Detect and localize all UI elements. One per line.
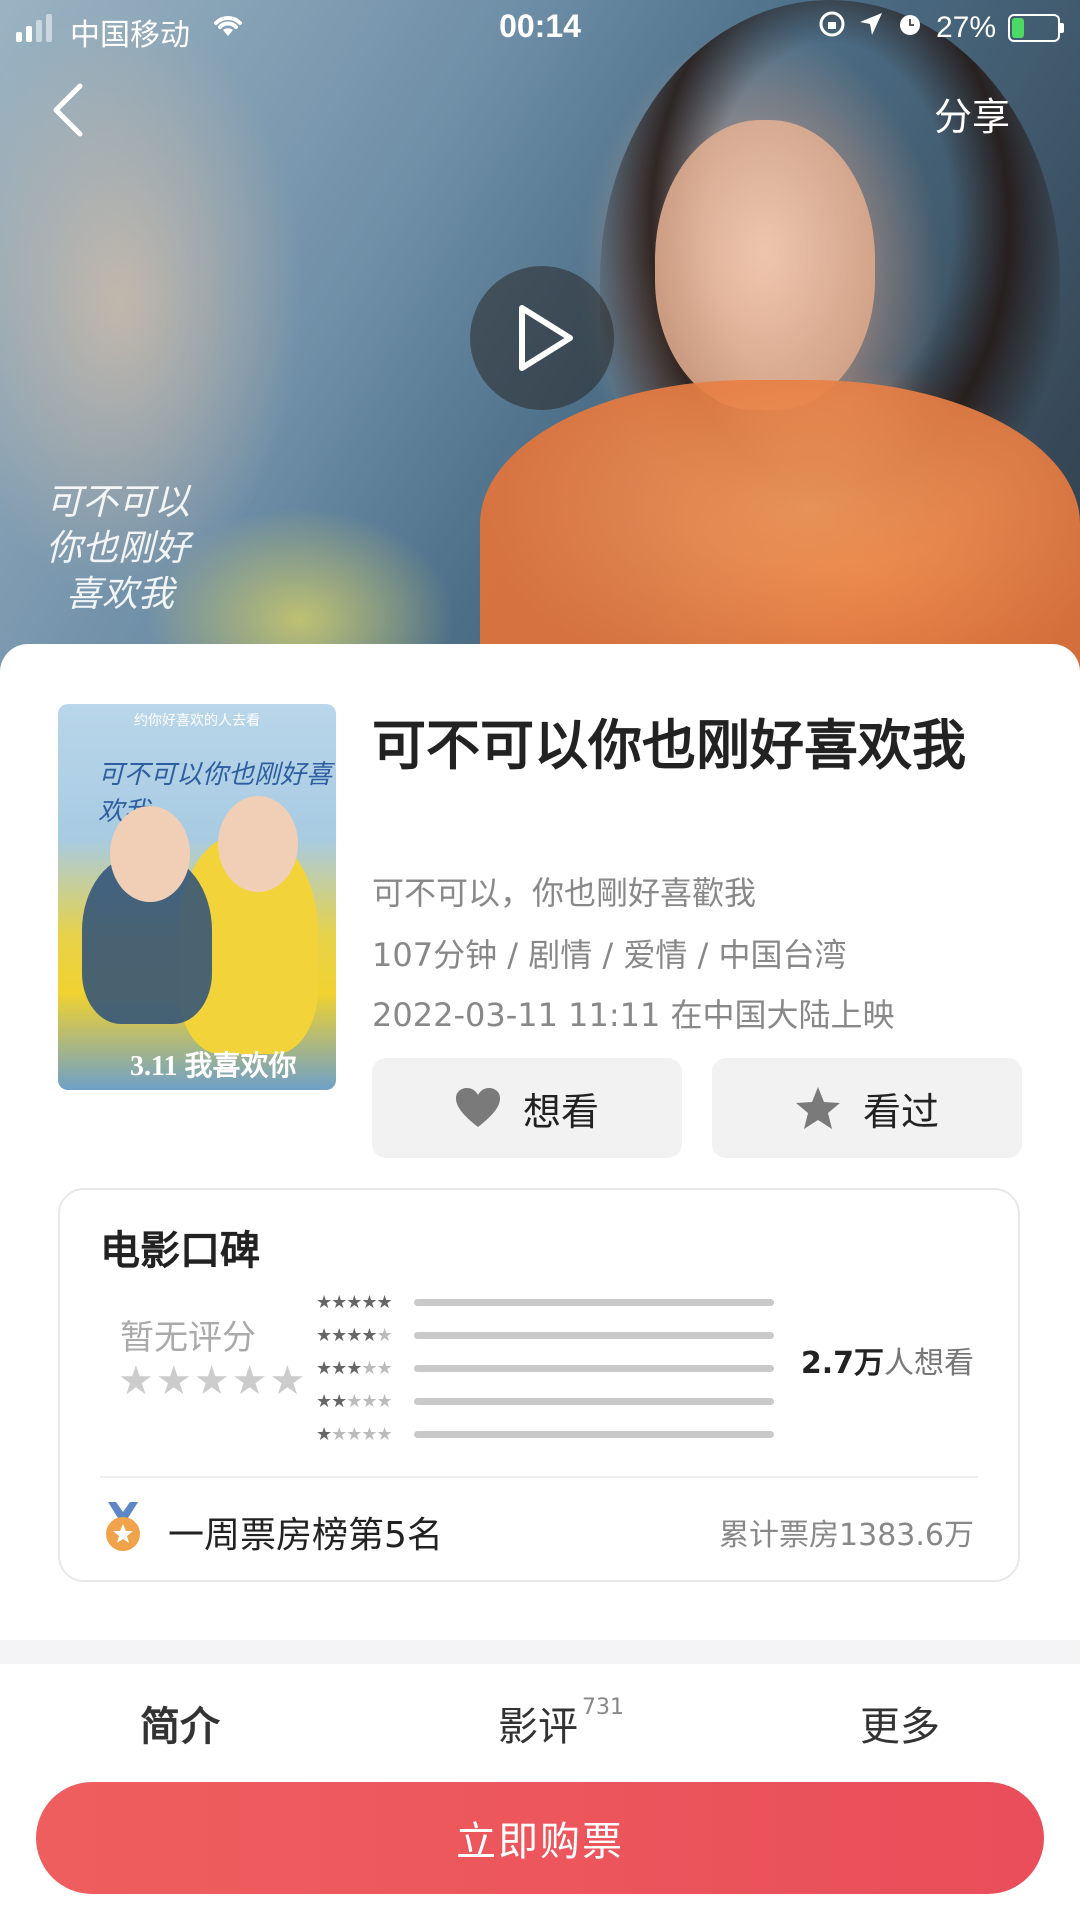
poster-face bbox=[218, 796, 298, 892]
heart-icon bbox=[455, 1088, 500, 1127]
movie-title: 可不可以你也刚好喜欢我 bbox=[372, 714, 966, 777]
movie-meta: 107分钟 / 剧情 / 爱情 / 中国台湾 bbox=[372, 936, 847, 974]
calligraphy-line: 喜欢我 bbox=[66, 574, 175, 615]
alarm-icon bbox=[896, 10, 924, 46]
tab-review-label: 影评 bbox=[498, 1704, 578, 1750]
movie-detail-sheet: 约你好喜欢的人去看 可不可以你也刚好喜欢我 3.11 我喜欢你 可不可以你也刚好… bbox=[0, 644, 1080, 1920]
rating-card-title: 电影口碑 bbox=[100, 1228, 260, 1274]
rating-row: ★★★★★ bbox=[316, 1418, 796, 1451]
divider bbox=[100, 1476, 978, 1478]
tab-bar: 简介 影评 731 更多 bbox=[0, 1694, 1080, 1774]
back-button[interactable] bbox=[48, 80, 98, 140]
cumulative-box-office: 累计票房1383.6万 bbox=[719, 1518, 974, 1553]
tab-review[interactable]: 影评 731 bbox=[498, 1694, 624, 1752]
wish-count: 2.7万人想看 bbox=[800, 1346, 974, 1381]
rating-row: ★★★★★ bbox=[316, 1286, 796, 1319]
rating-stars: ★★★★★ bbox=[118, 1358, 308, 1404]
location-icon bbox=[858, 11, 884, 45]
rating-row: ★★★★★ bbox=[316, 1319, 796, 1352]
share-button[interactable]: 分享 bbox=[934, 86, 1010, 141]
movie-release: 2022-03-11 11:11 在中国大陆上映 bbox=[372, 996, 895, 1034]
rating-row: ★★★★★ bbox=[316, 1385, 796, 1418]
review-count-badge: 731 bbox=[582, 1694, 624, 1720]
section-gap bbox=[0, 1640, 1080, 1664]
movie-original-title: 可不可以，你也剛好喜歡我 bbox=[372, 874, 757, 912]
chevron-left-icon bbox=[53, 83, 83, 137]
play-icon bbox=[519, 305, 573, 371]
buy-ticket-button[interactable]: 立即购票 bbox=[36, 1782, 1044, 1894]
rating-card[interactable]: 电影口碑 暂无评分 ★★★★★ ★★★★★ ★★★★★ ★★★★★ ★★★★★ … bbox=[58, 1188, 1020, 1582]
status-bar: 中国移动 00:14 27% bbox=[0, 0, 1080, 56]
poster-tagline: 约你好喜欢的人去看 bbox=[134, 713, 260, 729]
hero-image-face bbox=[655, 120, 875, 410]
movie-poster[interactable]: 约你好喜欢的人去看 可不可以你也刚好喜欢我 3.11 我喜欢你 bbox=[58, 704, 336, 1090]
battery-icon bbox=[1008, 14, 1064, 42]
battery-percent: 27% bbox=[935, 11, 996, 44]
play-button[interactable] bbox=[470, 266, 614, 410]
hero-calligraphy: 可不可以 你也刚好 喜欢我 bbox=[46, 480, 190, 618]
rating-row: ★★★★★ bbox=[316, 1352, 796, 1385]
want-to-watch-button[interactable]: 想看 bbox=[372, 1058, 682, 1158]
seen-label: 看过 bbox=[862, 1089, 939, 1134]
poster-face bbox=[110, 806, 190, 902]
calligraphy-line: 你也刚好 bbox=[46, 528, 191, 569]
no-rating-label: 暂无评分 bbox=[120, 1318, 256, 1358]
hero-trailer[interactable]: 中国移动 00:14 27% 分享 可不可以 你也刚好 喜欢我 bbox=[0, 0, 1080, 690]
tab-more[interactable]: 更多 bbox=[860, 1694, 940, 1752]
poster-date: 3.11 我喜欢你 bbox=[130, 1051, 297, 1082]
watched-button[interactable]: 看过 bbox=[712, 1058, 1022, 1158]
rotation-lock-icon bbox=[818, 10, 846, 46]
tab-intro[interactable]: 简介 bbox=[140, 1694, 220, 1752]
medal-icon bbox=[100, 1502, 146, 1556]
star-icon bbox=[795, 1087, 840, 1129]
want-label: 想看 bbox=[522, 1089, 599, 1134]
box-office-rank[interactable]: 一周票房榜第5名 bbox=[168, 1506, 443, 1558]
calligraphy-line: 可不可以 bbox=[46, 482, 191, 523]
rating-distribution: ★★★★★ ★★★★★ ★★★★★ ★★★★★ ★★★★★ bbox=[316, 1286, 796, 1451]
